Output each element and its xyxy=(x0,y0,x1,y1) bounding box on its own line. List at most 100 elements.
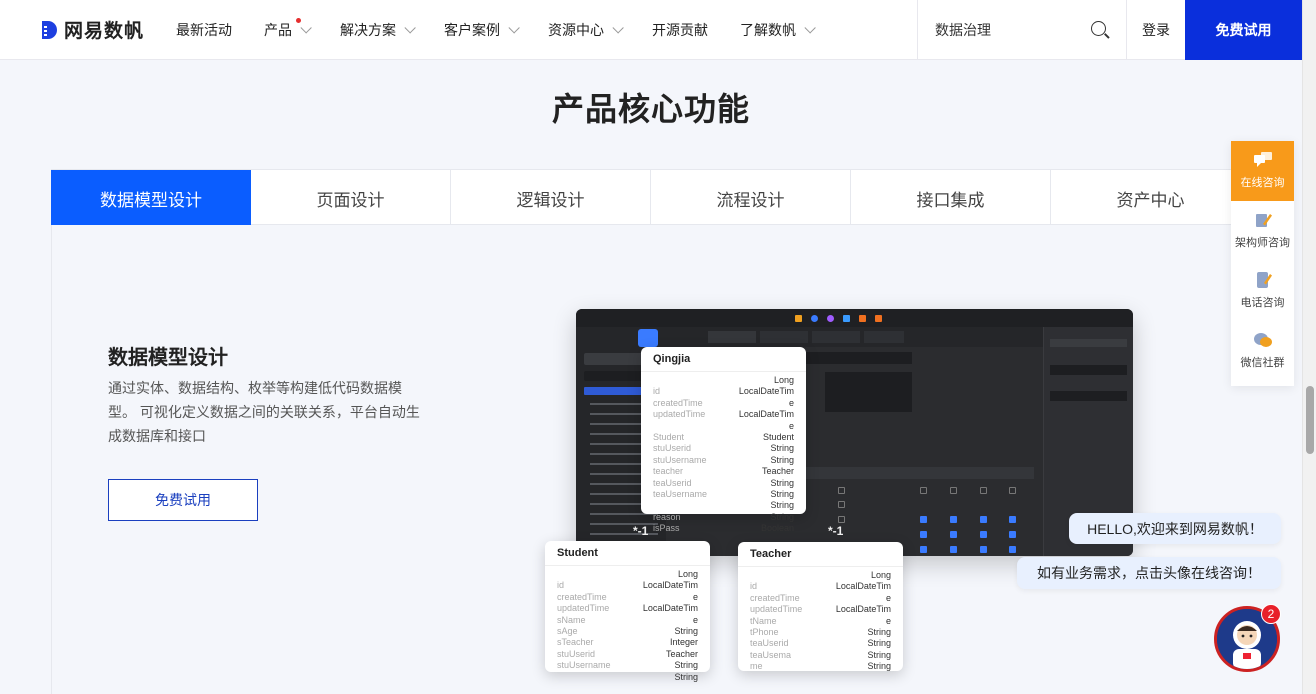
logo[interactable]: 网易数帆 xyxy=(40,16,150,43)
entity-field-type: String xyxy=(867,638,891,649)
relation-multiplicity-right: *-1 xyxy=(828,524,844,538)
logo-mark-icon xyxy=(42,20,57,39)
login-button[interactable]: 登录 xyxy=(1126,0,1185,60)
entity-field-row: String xyxy=(557,672,698,683)
section-title: 产品核心功能 xyxy=(551,91,750,127)
entity-field-name: stuUsername xyxy=(653,454,707,465)
entity-field-name: createdTime xyxy=(750,592,800,603)
nav-item-open-source[interactable]: 开源贡献 xyxy=(652,0,708,60)
nav-item-about[interactable]: 了解数帆 xyxy=(740,0,816,60)
entity-field-name: teacher xyxy=(653,466,684,477)
entity-field-row: createdTime e xyxy=(557,592,698,603)
entity-field-type: Integer xyxy=(669,637,698,648)
float-label: 在线咨询 xyxy=(1240,177,1285,189)
entity-field-name: updatedTime xyxy=(557,603,610,614)
mock-toolbar-icon xyxy=(875,314,882,322)
entity-field-name: id xyxy=(750,581,758,592)
phone-icon xyxy=(1256,272,1272,288)
entity-field-row: Long xyxy=(653,375,794,386)
scrollbar-thumb[interactable] xyxy=(1306,386,1314,454)
float-label: 电话咨询 xyxy=(1240,297,1285,309)
entity-field-name: sAge xyxy=(557,625,578,636)
entity-field-name: stuUserid xyxy=(557,648,596,659)
notification-badge: 2 xyxy=(1261,604,1281,624)
entity-field-row: stuUsername String xyxy=(557,660,698,671)
entity-field-name: stuUsername xyxy=(557,660,611,671)
page-scrollbar[interactable] xyxy=(1302,0,1316,694)
entity-field-name: tPhone xyxy=(750,626,779,637)
entity-field-row: teacher Teacher xyxy=(653,466,794,477)
mock-toolbar-icon xyxy=(811,314,818,322)
entity-card-student: Student Long id LocalDateTim createdTime e up… xyxy=(545,541,710,682)
entity-field-row: createdTime e xyxy=(653,398,794,409)
entity-field-row: teaUserid String xyxy=(750,638,891,649)
entity-field-name: id xyxy=(653,386,661,397)
entity-field-type: e xyxy=(692,614,698,625)
search-input[interactable]: 数据治理 xyxy=(917,0,1126,60)
nav-label: 最新活动 xyxy=(176,21,232,38)
entity-field-type: String xyxy=(867,626,891,637)
entity-field-row: tPhone String xyxy=(750,627,891,638)
entity-field-row: reason String xyxy=(653,512,794,523)
nav-item-resource-center[interactable]: 资源中心 xyxy=(548,0,624,60)
logo-text: 网易数帆 xyxy=(64,21,145,42)
entity-field-type: String xyxy=(770,511,794,522)
architect-consult-button[interactable]: 架构师咨询 xyxy=(1231,201,1294,261)
entity-card-fields: Long id LocalDateTim createdTime e updatedTim… xyxy=(641,372,806,537)
nav-item-customer-cases[interactable]: 客户案例 xyxy=(444,0,520,60)
mock-toolbar-icon xyxy=(843,314,850,322)
entity-field-row: String xyxy=(653,500,794,511)
tab-data-model-design[interactable]: 数据模型设计 xyxy=(51,170,251,226)
entity-field-name: stuUserid xyxy=(653,443,692,454)
search-icon[interactable] xyxy=(1091,21,1106,36)
nav-item-solutions[interactable]: 解决方案 xyxy=(340,0,416,60)
entity-field-name: teaUserid xyxy=(653,477,692,488)
entity-field-row: id LocalDateTim xyxy=(653,386,794,397)
tab-page-design[interactable]: 页面设计 xyxy=(251,170,451,226)
nav-label: 开源贡献 xyxy=(652,21,708,38)
architect-icon xyxy=(1255,214,1272,227)
online-consult-button[interactable]: 在线咨询 xyxy=(1231,141,1294,201)
chevron-down-icon xyxy=(804,21,816,34)
entity-field-name: teaUsername xyxy=(653,488,708,499)
feature-free-trial-button[interactable]: 免费试用 xyxy=(108,479,258,521)
entity-field-row: teaUserid String xyxy=(653,478,794,489)
entity-field-name: tName xyxy=(750,615,777,626)
entity-field-type: e xyxy=(692,591,698,602)
entity-field-row: teaUsername String xyxy=(653,489,794,500)
tab-asset-center[interactable]: 资产中心 xyxy=(1051,170,1251,226)
entity-field-name: updatedTime xyxy=(750,604,803,615)
tab-interface-integration[interactable]: 接口集成 xyxy=(851,170,1051,226)
entity-field-row: id LocalDateTim xyxy=(557,580,698,591)
entity-field-type: e xyxy=(885,592,891,603)
phone-consult-button[interactable]: 电话咨询 xyxy=(1231,261,1294,321)
chevron-down-icon xyxy=(508,21,520,34)
entity-field-type: Teacher xyxy=(761,466,794,477)
entity-field-type: Student xyxy=(762,431,794,442)
mock-toolbar-icon xyxy=(827,314,834,322)
entity-field-row: Long xyxy=(557,569,698,580)
entity-field-type: String xyxy=(770,477,794,488)
entity-field-row: id LocalDateTim xyxy=(750,581,891,592)
entity-field-type: String xyxy=(770,488,794,499)
nav-label: 客户案例 xyxy=(444,21,500,38)
tab-logic-design[interactable]: 逻辑设计 xyxy=(451,170,651,226)
tab-process-design[interactable]: 流程设计 xyxy=(651,170,851,226)
entity-field-row: sAge String xyxy=(557,626,698,637)
entity-field-type: e xyxy=(788,420,794,431)
wechat-group-button[interactable]: 微信社群 xyxy=(1231,321,1294,381)
free-trial-button[interactable]: 免费试用 xyxy=(1185,0,1302,60)
mock-toolbar-icon xyxy=(795,314,802,322)
entity-field-name: createdTime xyxy=(557,591,607,602)
entity-field-row: sTeacher Integer xyxy=(557,637,698,648)
entity-field-type: LocalDateTim xyxy=(642,580,698,591)
entity-field-row: tName e xyxy=(750,616,891,627)
entity-card-qingjia: Qingjia Long id LocalDateTim createdTime e up… xyxy=(641,347,806,533)
entity-card-fields: Long id LocalDateTim createdTime e updatedTim… xyxy=(738,567,903,676)
mock-table xyxy=(774,347,1042,556)
entity-field-row: updatedTime LocalDateTim xyxy=(653,409,794,420)
entity-field-type: String xyxy=(674,671,698,682)
entity-card-teacher: Teacher Long id LocalDateTim createdTime e up… xyxy=(738,542,903,671)
nav-item-products[interactable]: 产品 xyxy=(264,0,312,60)
nav-item-latest-activity[interactable]: 最新活动 xyxy=(176,0,232,60)
